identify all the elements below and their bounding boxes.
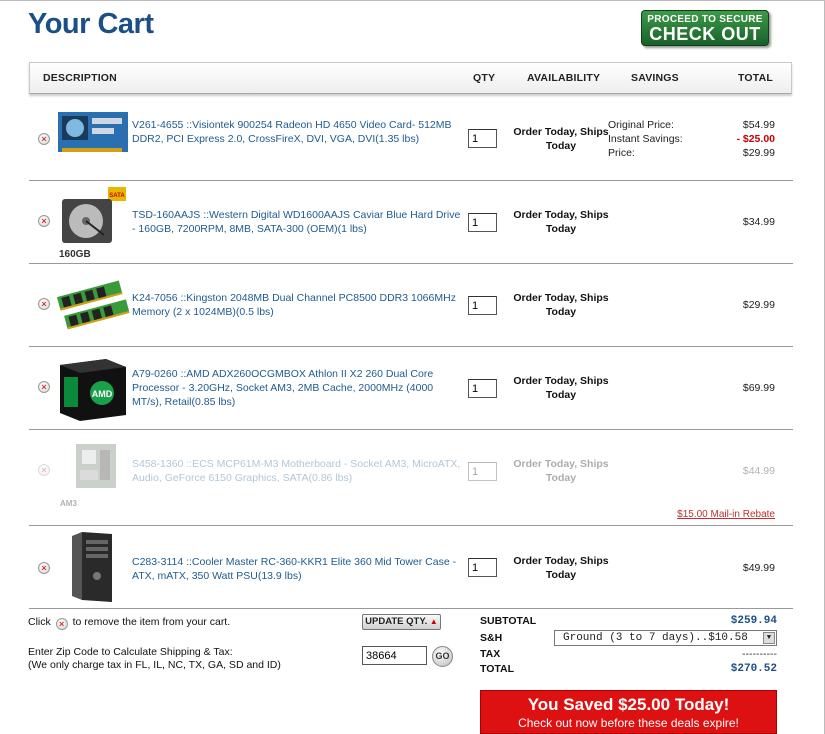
remove-hint: Click × to remove the item from your car… <box>28 616 231 630</box>
availability-text: Order Today, Ships Today <box>513 555 609 581</box>
price-label: Price: <box>608 147 635 159</box>
subtotal-value: $259.94 <box>730 615 777 627</box>
up-arrow-icon: ▲ <box>429 617 438 626</box>
cart-row-processor: × AMD A79-0260 ::AMD ADX260OCGMBOX Athlo… <box>29 347 793 430</box>
zip-hint-line1: Enter Zip Code to Calculate Shipping & T… <box>28 646 233 658</box>
zip-hint: Enter Zip Code to Calculate Shipping & T… <box>28 646 281 672</box>
total-label: TOTAL <box>480 663 515 675</box>
cart-table-header: DESCRIPTION QTY AVAILABILITY SAVINGS TOT… <box>29 62 792 94</box>
shipping-selected-option: Ground (3 to 7 days)..$10.58 <box>563 632 748 644</box>
qty-input[interactable] <box>468 296 497 315</box>
thumb-caption: AM3 <box>60 499 77 508</box>
remove-item-icon[interactable]: × <box>38 298 50 310</box>
item-description-link[interactable]: C283-3114 ::Cooler Master RC-360-KKR1 El… <box>132 555 462 583</box>
item-description-link[interactable]: A79-0260 ::AMD ADX260OCGMBOX Athlon II X… <box>132 367 462 409</box>
column-total: TOTAL <box>738 72 774 84</box>
update-qty-button[interactable]: UPDATE QTY. ▲ <box>362 614 441 630</box>
qty-input[interactable] <box>468 213 497 232</box>
remove-item-icon[interactable]: × <box>38 381 50 393</box>
item-totals: $54.99 - $25.00 $29.99 <box>736 118 775 160</box>
page-title: Your Cart <box>28 8 154 40</box>
tax-value: ---------- <box>742 648 777 660</box>
processor-box-thumbnail: AMD <box>60 359 126 421</box>
instant-savings-label: Instant Savings: <box>608 133 683 145</box>
qty-input[interactable] <box>468 462 497 481</box>
hard-drive-thumbnail: SATA 160GB <box>59 187 126 259</box>
availability-text: Order Today, Ships Today <box>513 126 609 152</box>
final-price: $29.99 <box>742 147 775 159</box>
zip-code-input[interactable] <box>362 646 427 665</box>
item-description-link[interactable]: V261-4655 ::Visiontek 900254 Radeon HD 4… <box>132 118 462 146</box>
cart-row-video-card: × V261-4655 ::Visiontek 900254 Radeon HD… <box>29 97 793 181</box>
thumb-caption: 160GB <box>59 249 91 259</box>
item-total: $29.99 <box>742 299 775 311</box>
shipping-method-select[interactable]: Ground (3 to 7 days)..$10.58 ▼ <box>554 630 777 646</box>
qty-input[interactable] <box>468 379 497 398</box>
remove-item-icon[interactable]: × <box>38 133 50 145</box>
cart-row-memory: × K24-7056 ::Kingston 2048MB Dual Channe… <box>29 264 793 347</box>
total-value: $270.52 <box>730 663 777 675</box>
item-total: $49.99 <box>742 562 775 574</box>
zip-hint-line2: (We only charge tax in FL, IL, NC, TX, G… <box>28 659 281 671</box>
case-thumbnail <box>72 532 112 602</box>
availability-text: Order Today, Ships Today <box>513 292 609 318</box>
svg-text:AMD: AMD <box>92 389 113 399</box>
qty-input[interactable] <box>468 129 497 148</box>
qty-input[interactable] <box>468 558 497 577</box>
remove-hint-post: to remove the item from your cart. <box>72 616 231 628</box>
item-total: $69.99 <box>742 382 775 394</box>
savings-headline: You Saved $25.00 Today! <box>527 695 730 714</box>
subtotal-label: SUBTOTAL <box>480 615 537 627</box>
item-total: $34.99 <box>742 216 775 228</box>
remove-item-icon[interactable]: × <box>38 464 50 476</box>
instant-savings: - $25.00 <box>736 133 775 145</box>
cart-row-case: × C283-3114 ::Cooler Master RC-360-KKR1 … <box>29 526 793 609</box>
sh-label: S&H <box>480 632 503 644</box>
remove-hint-pre: Click <box>28 616 51 628</box>
checkout-button-line2: CHECK OUT <box>649 24 761 44</box>
item-total: $44.99 <box>742 465 775 477</box>
top-border <box>0 0 825 1</box>
availability-text: Order Today, Ships Today <box>513 458 609 484</box>
item-description-link[interactable]: S458-1360 ::ECS MCP61M-M3 Motherboard - … <box>132 457 462 485</box>
cart-row-hard-drive: × SATA 160GB TSD-160AAJS ::Western Digit… <box>29 181 793 264</box>
item-description-link[interactable]: TSD-160AAJS ::Western Digital WD1600AAJS… <box>132 208 462 236</box>
memory-thumbnail <box>56 280 130 330</box>
original-price: $54.99 <box>742 119 775 131</box>
go-button[interactable]: GO <box>432 646 453 667</box>
savings-subline: Check out now before these deals expire! <box>518 716 739 730</box>
column-qty: QTY <box>473 72 496 84</box>
column-description: DESCRIPTION <box>43 72 117 84</box>
dropdown-arrow-icon: ▼ <box>763 632 775 644</box>
savings-labels: Original Price: Instant Savings: Price: <box>608 118 683 160</box>
remove-icon: × <box>55 618 68 630</box>
remove-item-icon[interactable]: × <box>38 562 50 574</box>
availability-text: Order Today, Ships Today <box>513 209 609 235</box>
item-description-link[interactable]: K24-7056 ::Kingston 2048MB Dual Channel … <box>132 291 462 319</box>
proceed-to-checkout-button[interactable]: PROCEED TO SECURE CHECK OUT <box>641 10 769 46</box>
column-availability: AVAILABILITY <box>527 72 601 84</box>
thumb-badge: SATA <box>109 193 125 199</box>
remove-item-icon[interactable]: × <box>38 215 50 227</box>
motherboard-thumbnail: AM3 <box>60 444 116 508</box>
mail-in-rebate-link[interactable]: $15.00 Mail-in Rebate <box>677 509 775 520</box>
update-qty-label: UPDATE QTY. <box>365 616 428 627</box>
column-savings: SAVINGS <box>631 72 679 84</box>
original-price-label: Original Price: <box>608 119 674 131</box>
cart-row-motherboard: × AM3 S458-1360 ::ECS MCP61M-M3 Motherbo… <box>29 430 793 526</box>
tax-label: TAX <box>480 648 501 660</box>
availability-text: Order Today, Ships Today <box>513 375 609 401</box>
video-card-thumbnail <box>58 112 128 152</box>
savings-banner[interactable]: You Saved $25.00 Today! Check out now be… <box>480 690 777 734</box>
